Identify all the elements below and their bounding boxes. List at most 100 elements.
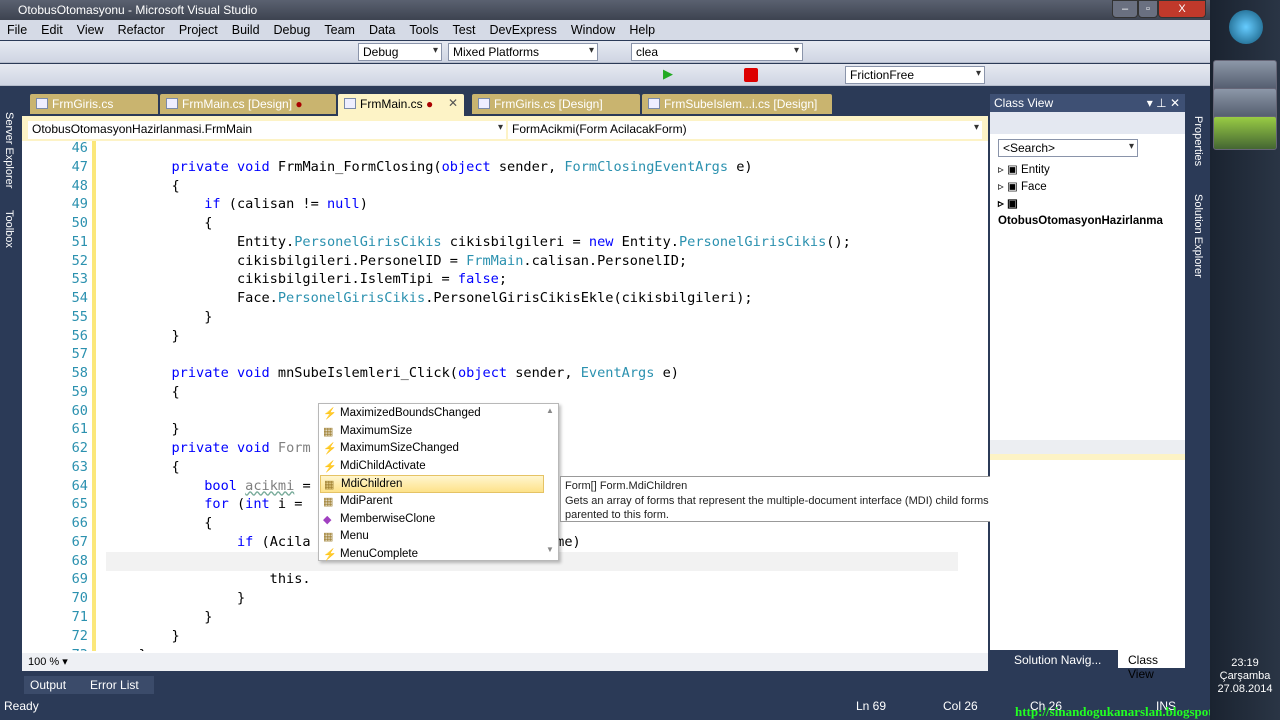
line-number: 50 xyxy=(71,215,88,232)
code-line[interactable]: 59 { xyxy=(22,384,980,403)
completion-item[interactable]: ▦ MaximumSize xyxy=(320,423,544,441)
code-line[interactable]: 48 { xyxy=(22,178,980,197)
intellisense-scrollbar[interactable]: ▲ ▼ xyxy=(543,406,557,558)
line-number: 61 xyxy=(71,421,88,438)
properties-tab[interactable]: Properties xyxy=(1192,116,1204,166)
code-line[interactable]: 46 xyxy=(22,141,980,159)
code-line[interactable]: 70 } xyxy=(22,590,980,609)
code-line[interactable]: 72 } xyxy=(22,628,980,647)
menu-refactor[interactable]: Refactor xyxy=(118,23,165,40)
tree-item-face[interactable]: ▹ ▣ Face xyxy=(998,179,1185,196)
code-token: .calisan.PersonelID; xyxy=(523,252,688,269)
event-icon: ⚡ xyxy=(323,548,337,561)
code-line[interactable]: 56 } xyxy=(22,328,980,347)
horizontal-scrollbar[interactable] xyxy=(990,440,1185,454)
completion-item[interactable]: ⚡ MenuComplete xyxy=(320,546,544,564)
minimize-button[interactable]: – xyxy=(1112,0,1138,18)
zoom-bar: 100 % ▾ xyxy=(22,653,988,671)
tab-solution-navigator[interactable]: Solution Navig... xyxy=(1014,653,1101,667)
completion-item[interactable]: ▦ MdiParent xyxy=(320,493,544,511)
line-number: 54 xyxy=(71,290,88,307)
code-line[interactable]: 57 xyxy=(22,346,980,365)
start-orb-icon[interactable] xyxy=(1229,10,1263,44)
code-line[interactable]: 54 Face.PersonelGirisCikis.PersonelGiris… xyxy=(22,290,980,309)
code-token: { xyxy=(106,515,213,532)
tab-frmmain-cs-design-[interactable]: FrmMain.cs [Design] ● xyxy=(160,94,336,114)
taskbar-button[interactable] xyxy=(1213,116,1277,150)
code-line[interactable]: 47 private void FrmMain_FormClosing(obje… xyxy=(22,159,980,178)
document-tabs: FrmGiris.cs FrmMain.cs [Design] ● FrmMain… xyxy=(22,94,988,116)
stop-icon[interactable] xyxy=(744,68,758,82)
menu-devexpress[interactable]: DevExpress xyxy=(489,23,556,40)
tab-frmgiris-cs[interactable]: FrmGiris.cs xyxy=(30,94,158,114)
completion-item[interactable]: ⚡ MaximumSizeChanged xyxy=(320,440,544,458)
theme-select[interactable]: FrictionFree xyxy=(845,66,985,84)
find-combo[interactable]: clea xyxy=(631,43,803,61)
error-list-tab[interactable]: Error List xyxy=(90,678,139,692)
code-editor[interactable]: OtobusOtomasyonHazirlanmasi.FrmMain Form… xyxy=(22,116,988,671)
code-line[interactable]: 73 } xyxy=(22,647,980,651)
tab-frmsubeislem-i-cs-design-[interactable]: FrmSubeIslem...i.cs [Design] xyxy=(642,94,832,114)
code-token: new xyxy=(588,233,614,250)
menu-edit[interactable]: Edit xyxy=(41,23,63,40)
code-line[interactable]: 71 } xyxy=(22,609,980,628)
code-token: (calisan != xyxy=(220,196,327,213)
menu-test[interactable]: Test xyxy=(453,23,476,40)
close-icon[interactable]: ▾ ⊥ ✕ xyxy=(1147,96,1180,110)
code-line[interactable]: 50 { xyxy=(22,215,980,234)
tab-frmmain-cs[interactable]: FrmMain.cs ● ✕ xyxy=(338,94,464,116)
column-number: Col 26 xyxy=(943,699,978,713)
code-line[interactable]: 49 if (calisan != null) xyxy=(22,196,980,215)
code-line[interactable]: 58 private void mnSubeIslemleri_Click(ob… xyxy=(22,365,980,384)
completion-item[interactable]: ▦ Menu xyxy=(320,528,544,546)
clock[interactable]: 23:19 Çarşamba 27.08.2014 xyxy=(1210,657,1280,696)
menu-file[interactable]: File xyxy=(7,23,27,40)
member-dropdown[interactable]: FormAcikmi(Form AcilacakForm) xyxy=(508,121,982,139)
menu-team[interactable]: Team xyxy=(324,23,355,40)
menu-tools[interactable]: Tools xyxy=(409,23,438,40)
config-select[interactable]: Debug xyxy=(358,43,442,61)
menu-build[interactable]: Build xyxy=(232,23,260,40)
splitter[interactable] xyxy=(990,454,1185,460)
line-text: bool acikmi = xyxy=(106,478,310,494)
output-tab[interactable]: Output xyxy=(30,678,66,692)
zoom-level[interactable]: 100 % xyxy=(28,656,59,668)
menu-debug[interactable]: Debug xyxy=(274,23,311,40)
code-area[interactable]: 46 47 private void FrmMain_FormClosing(ob… xyxy=(22,141,980,651)
toolbox-tab[interactable]: Toolbox xyxy=(3,210,15,248)
intellisense-list[interactable]: ⚡ MaximizedBoundsChanged ▦ MaximumSize ⚡ Maxi… xyxy=(318,403,559,561)
menu-view[interactable]: View xyxy=(77,23,104,40)
close-tab-icon[interactable]: ✕ xyxy=(448,96,458,110)
completion-item[interactable]: ⚡ MaximizedBoundsChanged xyxy=(320,405,544,423)
start-icon[interactable]: ▶ xyxy=(663,66,677,81)
server-explorer-tab[interactable]: Server Explorer xyxy=(3,112,15,188)
code-token: { xyxy=(106,458,180,475)
tree-item-entity[interactable]: ▹ ▣ Entity xyxy=(998,162,1185,179)
class-view-panel: Class View ▾ ⊥ ✕ <Search> ▹ ▣ Entity ▹ ▣ … xyxy=(990,94,1185,681)
completion-item[interactable]: ◆ MemberwiseClone xyxy=(320,511,544,529)
code-line[interactable]: 53 cikisbilgileri.IslemTipi = false; xyxy=(22,271,980,290)
code-line[interactable]: 55 } xyxy=(22,309,980,328)
menu-window[interactable]: Window xyxy=(571,23,615,40)
close-button[interactable]: X xyxy=(1158,0,1206,18)
menu-help[interactable]: Help xyxy=(629,23,655,40)
platform-select[interactable]: Mixed Platforms xyxy=(448,43,598,61)
tab-class-view[interactable]: Class View xyxy=(1118,650,1185,681)
menu-project[interactable]: Project xyxy=(179,23,218,40)
maximize-button[interactable]: ▫ xyxy=(1138,0,1158,18)
solution-explorer-tab[interactable]: Solution Explorer xyxy=(1192,194,1204,278)
completion-item[interactable]: ▦ MdiChildren xyxy=(320,475,544,494)
tab-label: FrmGiris.cs xyxy=(52,97,114,111)
code-line[interactable]: 69 this. xyxy=(22,571,980,590)
class-search-input[interactable]: <Search> xyxy=(998,139,1138,157)
type-dropdown[interactable]: OtobusOtomasyonHazirlanmasi.FrmMain xyxy=(28,121,506,139)
tab-label: FrmMain.cs [Design] xyxy=(182,97,293,111)
menu-data[interactable]: Data xyxy=(369,23,395,40)
tab-frmgiris-cs-design-[interactable]: FrmGiris.cs [Design] xyxy=(472,94,640,114)
completion-item[interactable]: ⚡ MdiChildActivate xyxy=(320,458,544,476)
code-line[interactable]: 52 cikisbilgileri.PersonelID = FrmMain.c… xyxy=(22,253,980,272)
tree-item-project[interactable]: ▹ ▣ OtobusOtomasyonHazirlanma xyxy=(998,196,1185,230)
code-line[interactable]: 51 Entity.PersonelGirisCikis cikisbilgil… xyxy=(22,234,980,253)
